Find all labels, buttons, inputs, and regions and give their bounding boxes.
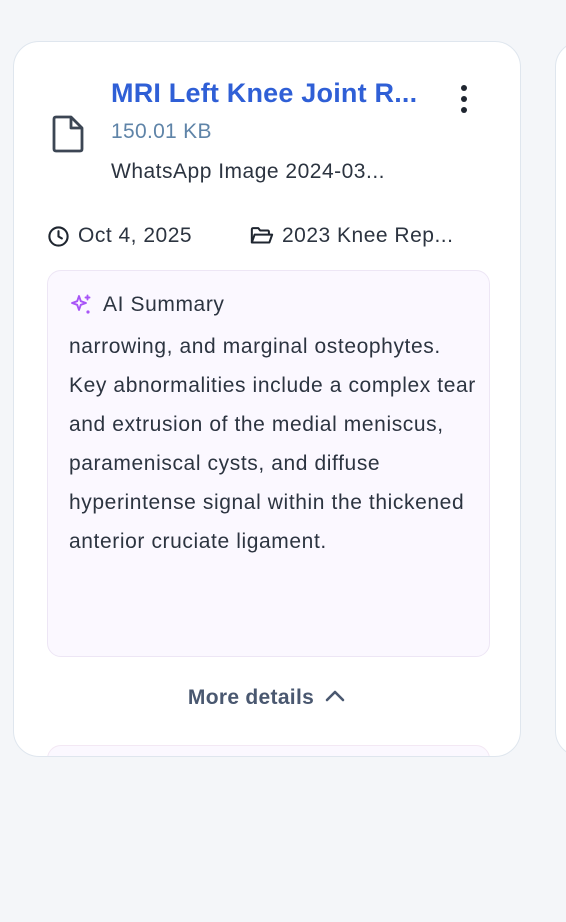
date-text: Oct 4, 2025 [78,224,193,247]
folder-open-icon [250,227,274,244]
upload-date: Oct 4, 2025 [47,224,192,248]
meta-row: Oct 4, 2025 2023 Knee Rep... [47,224,497,252]
next-section-peek [47,745,490,756]
file-icon [52,115,84,153]
ai-summary-text: narrowing, and marginal osteophytes. Key… [69,335,476,553]
clock-icon [48,225,69,247]
folder-link[interactable]: 2023 Knee Rep... [250,224,490,248]
ai-summary-heading: AI Summary [69,293,225,317]
document-title-link[interactable]: MRI Left Knee Joint R... [111,78,441,109]
viewport: MRI Left Knee Joint R... 150.01 KB Whats… [0,0,566,922]
document-card: MRI Left Knee Joint R... 150.01 KB Whats… [13,41,521,757]
sparkles-icon [71,294,91,314]
ai-summary-panel: narrowing, and marginal osteophytes. Key… [47,270,490,657]
more-details-label: More details [187,686,315,709]
more-vertical-icon[interactable] [450,82,478,116]
more-details-button[interactable]: More details [14,686,520,710]
folder-name: 2023 Knee Rep... [282,224,454,247]
next-document-card[interactable] [555,41,566,757]
file-size: 150.01 KB [111,120,212,143]
source-filename: WhatsApp Image 2024-03... [111,160,385,183]
ai-summary-label: AI Summary [103,293,225,316]
chevron-up-icon [325,691,345,702]
